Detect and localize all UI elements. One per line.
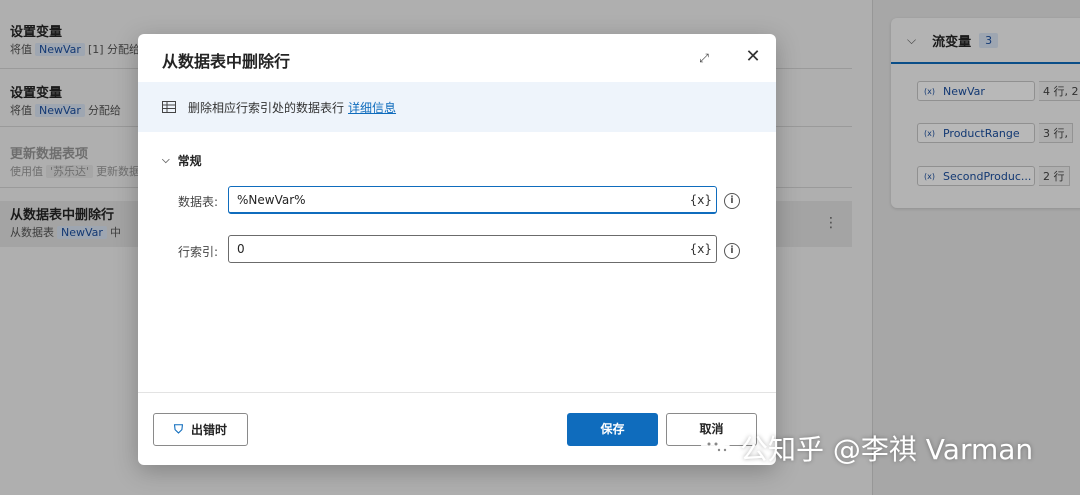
info-icon[interactable]: i xyxy=(724,243,740,259)
on-error-button[interactable]: ⛉ 出错时 xyxy=(153,413,248,446)
info-bar: 删除相应行索引处的数据表行 详细信息 xyxy=(138,82,776,132)
on-error-label: 出错时 xyxy=(191,423,228,437)
dialog-title: 从数据表中删除行 xyxy=(162,52,291,71)
variable-picker-button[interactable]: {x} xyxy=(690,187,712,213)
delete-row-dialog: 从数据表中删除行 ⤢ ✕ 删除相应行索引处的数据表行 详细信息 ⌵ 常规 数据表… xyxy=(138,34,776,465)
watermark: 公知乎 @李祺 Varman xyxy=(700,428,1033,468)
row-index-input[interactable]: 0 {x} xyxy=(228,235,717,263)
expand-icon[interactable]: ⤢ xyxy=(694,48,714,68)
section-general-header[interactable]: ⌵ 常规 xyxy=(162,152,202,169)
info-icon[interactable]: i xyxy=(724,193,740,209)
more-info-link[interactable]: 详细信息 xyxy=(348,99,396,116)
datatable-input[interactable]: %NewVar% {x} xyxy=(228,186,717,214)
wechat-logo-icon xyxy=(701,436,732,460)
table-icon xyxy=(162,101,176,113)
row-index-label: 行索引: xyxy=(178,245,219,259)
close-icon[interactable]: ✕ xyxy=(742,46,764,68)
chevron-down-icon[interactable]: ⌵ xyxy=(162,155,170,166)
shield-icon: ⛉ xyxy=(173,422,183,436)
row-index-value: 0 xyxy=(237,242,245,256)
datatable-label: 数据表: xyxy=(178,195,219,209)
datatable-value: %NewVar% xyxy=(237,193,306,207)
watermark-text: 公知乎 @李祺 Varman xyxy=(740,433,1034,466)
action-description: 删除相应行索引处的数据表行 xyxy=(188,100,345,115)
variable-picker-button[interactable]: {x} xyxy=(690,236,712,262)
footer-divider xyxy=(138,392,776,393)
section-title: 常规 xyxy=(177,154,202,168)
save-button[interactable]: 保存 xyxy=(567,413,658,446)
